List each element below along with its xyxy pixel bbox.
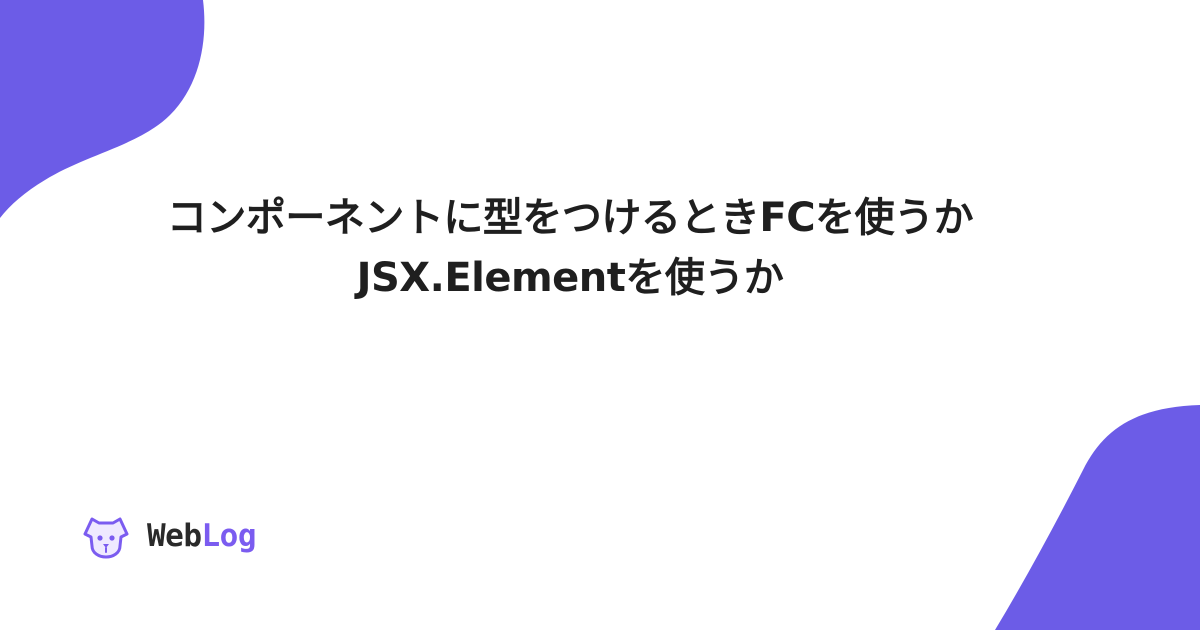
brand-name-web: Web [147,518,202,554]
site-brand: WebLog [82,511,256,561]
brand-name: WebLog [147,518,256,554]
decorative-blob-top-left [0,0,205,218]
og-card: コンポーネントに型をつけるときFCを使うか JSX.Elementを使うか We… [0,0,1200,630]
article-title-line-1: コンポーネントに型をつけるときFCを使うか [166,195,974,241]
decorative-blob-bottom-right [995,405,1200,630]
brand-name-log: Log [201,518,257,554]
article-title-line-2: JSX.Elementを使うか [356,255,784,301]
dog-face-icon [83,517,129,559]
article-title: コンポーネントに型をつけるときFCを使うか JSX.Elementを使うか [60,188,1080,308]
